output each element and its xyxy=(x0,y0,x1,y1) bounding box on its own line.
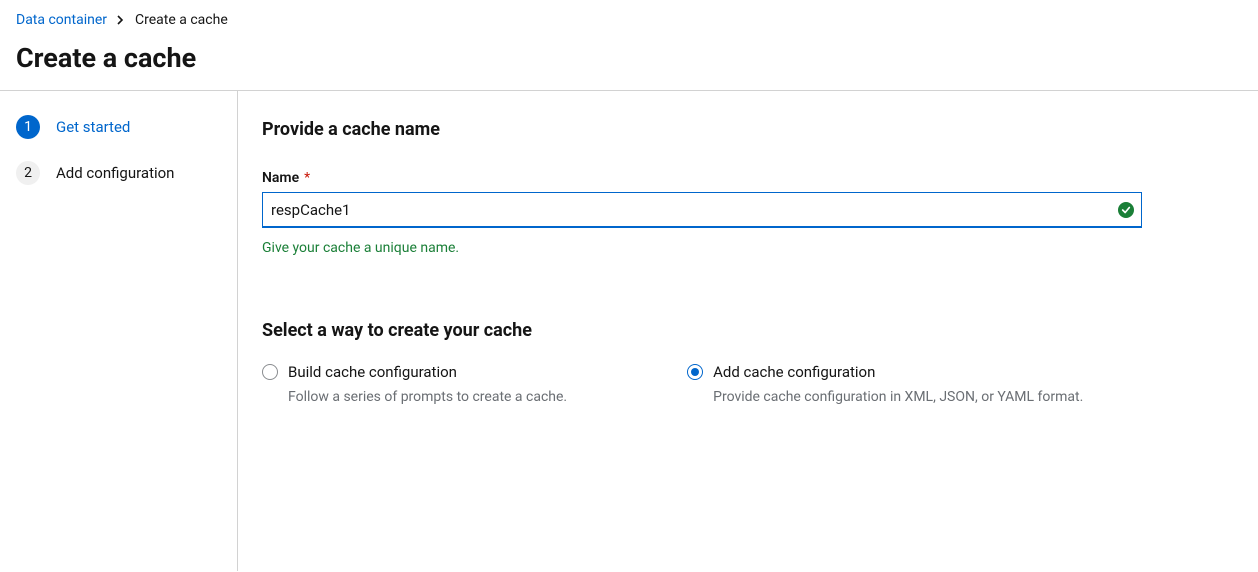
chevron-right-icon xyxy=(117,15,125,25)
radio-build-configuration[interactable]: Build cache configuration xyxy=(262,363,567,381)
name-help-text: Give your cache a unique name. xyxy=(262,240,1234,256)
name-field-label-row: Name * xyxy=(262,170,1234,186)
section-title-select-way: Select a way to create your cache xyxy=(262,320,1234,341)
name-input-wrapper xyxy=(262,192,1142,228)
wizard-step-add-configuration[interactable]: 2 Add configuration xyxy=(16,161,221,185)
radio-description: Follow a series of prompts to create a c… xyxy=(288,389,567,405)
breadcrumb-link-parent[interactable]: Data container xyxy=(16,12,107,28)
radio-label: Add cache configuration xyxy=(713,363,875,381)
creation-method-radio-group: Build cache configuration Follow a serie… xyxy=(262,363,1234,405)
radio-option-add: Add cache configuration Provide cache co… xyxy=(687,363,1083,405)
section-title-provide-name: Provide a cache name xyxy=(262,119,1234,140)
main-content: Provide a cache name Name * Give your ca… xyxy=(238,91,1258,571)
layout: 1 Get started 2 Add configuration Provid… xyxy=(0,91,1258,571)
radio-option-build: Build cache configuration Follow a serie… xyxy=(262,363,567,405)
cache-name-input[interactable] xyxy=(262,192,1142,228)
radio-icon xyxy=(687,364,703,380)
name-field-label: Name xyxy=(262,170,299,186)
radio-description: Provide cache configuration in XML, JSON… xyxy=(713,389,1083,405)
breadcrumb-current: Create a cache xyxy=(135,12,228,28)
check-circle-icon xyxy=(1118,202,1134,218)
wizard-step-label: Get started xyxy=(56,118,130,136)
spacer xyxy=(262,256,1234,320)
radio-label: Build cache configuration xyxy=(288,363,457,381)
radio-dot-icon xyxy=(691,368,699,376)
page-title: Create a cache xyxy=(16,42,1242,74)
page-header: Data container Create a cache Create a c… xyxy=(0,0,1258,91)
wizard-sidebar: 1 Get started 2 Add configuration xyxy=(0,91,238,571)
radio-add-configuration[interactable]: Add cache configuration xyxy=(687,363,1083,381)
wizard-step-number: 2 xyxy=(16,161,40,185)
breadcrumb: Data container Create a cache xyxy=(16,12,1242,28)
required-indicator: * xyxy=(304,170,310,186)
wizard-step-label: Add configuration xyxy=(56,164,174,182)
wizard-step-get-started[interactable]: 1 Get started xyxy=(16,115,221,139)
radio-icon xyxy=(262,364,278,380)
wizard-step-number: 1 xyxy=(16,115,40,139)
